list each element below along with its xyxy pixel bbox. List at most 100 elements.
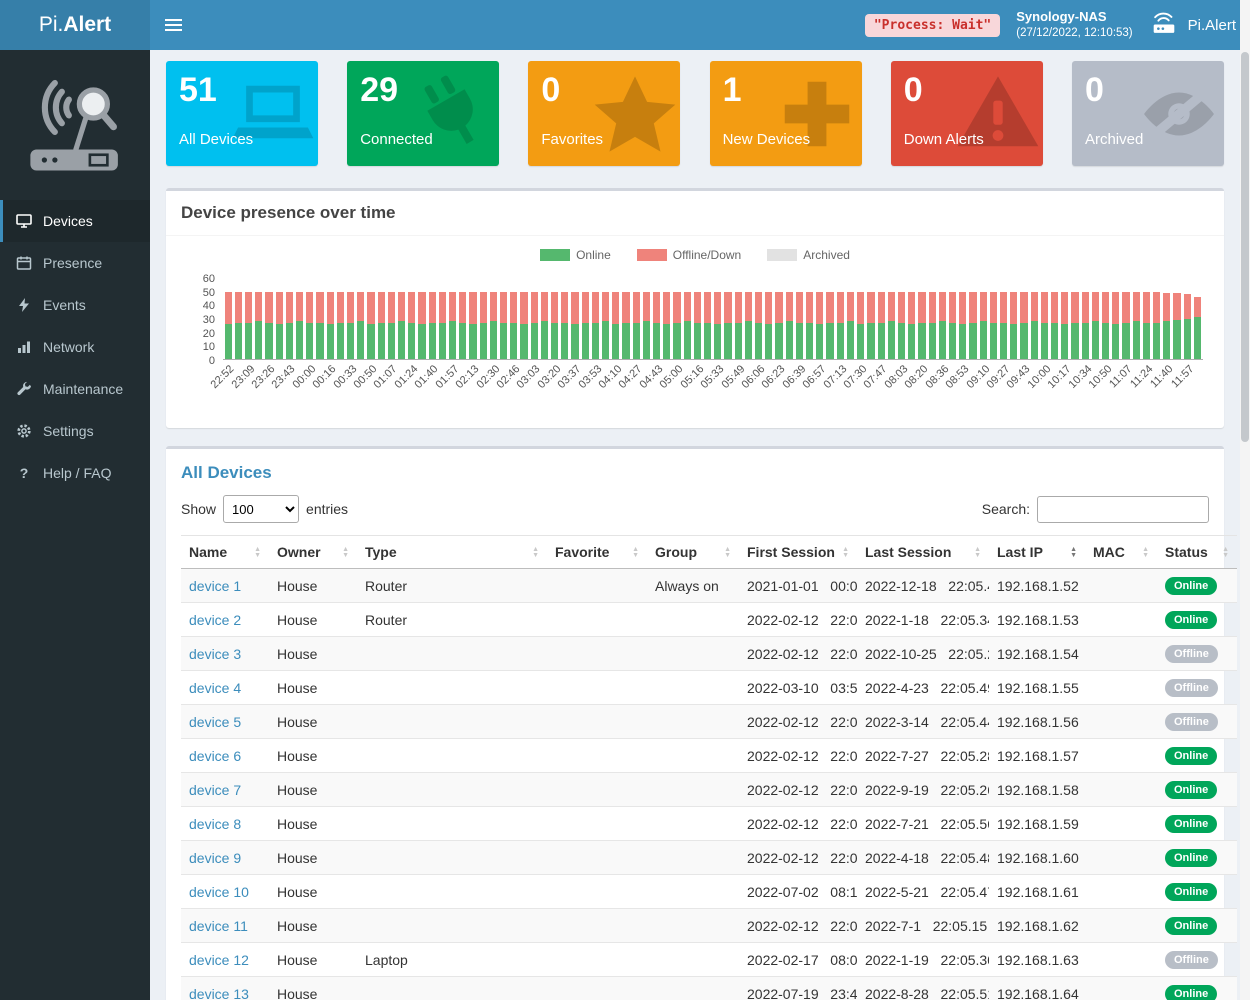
table-cell: device 12 <box>181 943 269 977</box>
summary-card-new-devices[interactable]: 1New Devices <box>710 61 862 166</box>
presence-bar <box>958 278 968 359</box>
table-cell: 2022-4-23 22:05.49 <box>857 671 989 705</box>
column-header-last-session[interactable]: Last Session▲▼ <box>857 536 989 569</box>
summary-card-down-alerts[interactable]: 0Down Alerts <box>891 61 1043 166</box>
device-row: device 6House2022-02-12 22:052022-7-27 2… <box>181 739 1237 773</box>
last-session: 2022-12-18 22:05.47 <box>865 578 989 594</box>
table-cell: 192.168.1.58 <box>989 773 1085 807</box>
table-cell: 2022-1-18 22:05.34 <box>857 603 989 637</box>
last-session: 2022-4-23 22:05.49 <box>865 680 989 696</box>
page-scrollbar[interactable] <box>1240 0 1250 1000</box>
first-session: 2022-02-12 22:05 <box>747 646 857 662</box>
table-cell: Offline <box>1157 637 1237 671</box>
table-cell: 2022-07-02 08:15 <box>739 875 857 909</box>
device-name-link[interactable]: device 9 <box>189 850 241 866</box>
last-session: 2022-5-21 22:05.47 <box>865 884 989 900</box>
presence-bar <box>1049 278 1059 359</box>
presence-bar <box>1090 278 1100 359</box>
scrollbar-thumb[interactable] <box>1241 52 1249 442</box>
presence-bar <box>570 278 580 359</box>
table-cell <box>647 807 739 841</box>
device-name-link[interactable]: device 13 <box>189 986 249 1000</box>
table-cell: House <box>269 705 357 739</box>
main-content: Devices 51All Devices29Connected0Favorit… <box>150 0 1240 1000</box>
table-cell: device 4 <box>181 671 269 705</box>
hamburger-icon[interactable] <box>150 0 196 50</box>
table-cell <box>647 671 739 705</box>
table-cell: 2022-02-12 22:05 <box>739 841 857 875</box>
presence-bar <box>743 278 753 359</box>
last-session: 2022-8-28 22:05.51 <box>865 986 989 1000</box>
table-cell: Online <box>1157 841 1237 875</box>
table-cell <box>547 671 647 705</box>
card-value: 29 <box>360 73 486 107</box>
sidebar-item-help-faq[interactable]: ?Help / FAQ <box>0 452 150 494</box>
presence-bar <box>335 278 345 359</box>
search-input[interactable] <box>1037 496 1209 523</box>
device-name-link[interactable]: device 8 <box>189 816 241 832</box>
column-label: Owner <box>277 544 321 560</box>
device-name-link[interactable]: device 2 <box>189 612 241 628</box>
column-header-favorite[interactable]: Favorite▲▼ <box>547 536 647 569</box>
summary-card-favorites[interactable]: 0Favorites <box>528 61 680 166</box>
device-name-link[interactable]: device 11 <box>189 918 248 934</box>
presence-bar <box>1029 278 1039 359</box>
column-header-name[interactable]: Name▲▼ <box>181 536 269 569</box>
device-name-link[interactable]: device 1 <box>189 578 241 594</box>
sidebar-item-maintenance[interactable]: Maintenance <box>0 368 150 410</box>
presence-bar <box>386 278 396 359</box>
device-name-link[interactable]: device 6 <box>189 748 241 764</box>
devices-panel-title: All Devices <box>166 449 1224 487</box>
sidebar-item-devices[interactable]: Devices <box>0 200 150 242</box>
table-cell: 2021-01-01 00:00 <box>739 569 857 603</box>
device-name-link[interactable]: device 12 <box>189 952 249 968</box>
presence-bar <box>437 278 447 359</box>
device-name-link[interactable]: device 7 <box>189 782 241 798</box>
device-row: device 4House2022-03-10 03:552022-4-23 2… <box>181 671 1237 705</box>
app-logo[interactable]: Pi.Alert <box>0 0 150 50</box>
column-header-status[interactable]: Status▲▼ <box>1157 536 1237 569</box>
help-icon: ? <box>15 465 33 481</box>
sidebar-item-presence[interactable]: Presence <box>0 242 150 284</box>
device-row: device 8House2022-02-12 22:052022-7-21 2… <box>181 807 1237 841</box>
table-cell <box>357 909 547 943</box>
sidebar-item-settings[interactable]: Settings <box>0 410 150 452</box>
table-cell: device 2 <box>181 603 269 637</box>
presence-bar <box>447 278 457 359</box>
table-cell <box>647 705 739 739</box>
sidebar-item-network[interactable]: Network <box>0 326 150 368</box>
presence-bar <box>233 278 243 359</box>
sidebar-menu: DevicesPresenceEventsNetworkMaintenanceS… <box>0 200 150 494</box>
summary-card-connected[interactable]: 29Connected <box>347 61 499 166</box>
card-label: Favorites <box>541 131 667 148</box>
summary-card-all-devices[interactable]: 51All Devices <box>166 61 318 166</box>
column-header-last-ip[interactable]: Last IP▲▼ <box>989 536 1085 569</box>
device-name-link[interactable]: device 4 <box>189 680 241 696</box>
table-cell: 192.168.1.53 <box>989 603 1085 637</box>
summary-card-archived[interactable]: 0Archived <box>1072 61 1224 166</box>
page-length-select[interactable]: 100 <box>223 495 299 523</box>
table-cell: 2022-02-12 22:05 <box>739 909 857 943</box>
presence-bar <box>1080 278 1090 359</box>
table-cell <box>1085 773 1157 807</box>
devices-table: Name▲▼Owner▲▼Type▲▼Favorite▲▼Group▲▼Firs… <box>181 535 1237 1000</box>
column-header-type[interactable]: Type▲▼ <box>357 536 547 569</box>
app-chip[interactable]: Pi.Alert <box>1149 11 1236 40</box>
device-name-link[interactable]: device 10 <box>189 884 249 900</box>
card-label: All Devices <box>179 131 305 148</box>
table-cell: Online <box>1157 909 1237 943</box>
sidebar-item-events[interactable]: Events <box>0 284 150 326</box>
last-session: 2022-7-1 22:05.15 <box>865 918 987 934</box>
presence-bar <box>550 278 560 359</box>
column-header-group[interactable]: Group▲▼ <box>647 536 739 569</box>
last-session: 2022-7-27 22:05.28 <box>865 748 989 764</box>
column-header-first-session[interactable]: First Session▲▼ <box>739 536 857 569</box>
device-name-link[interactable]: device 5 <box>189 714 241 730</box>
column-header-mac[interactable]: MAC▲▼ <box>1085 536 1157 569</box>
table-cell: 2022-9-19 22:05.26 <box>857 773 989 807</box>
presence-bar <box>652 278 662 359</box>
card-label: New Devices <box>723 131 849 148</box>
table-cell: Router <box>357 603 547 637</box>
column-header-owner[interactable]: Owner▲▼ <box>269 536 357 569</box>
device-name-link[interactable]: device 3 <box>189 646 241 662</box>
